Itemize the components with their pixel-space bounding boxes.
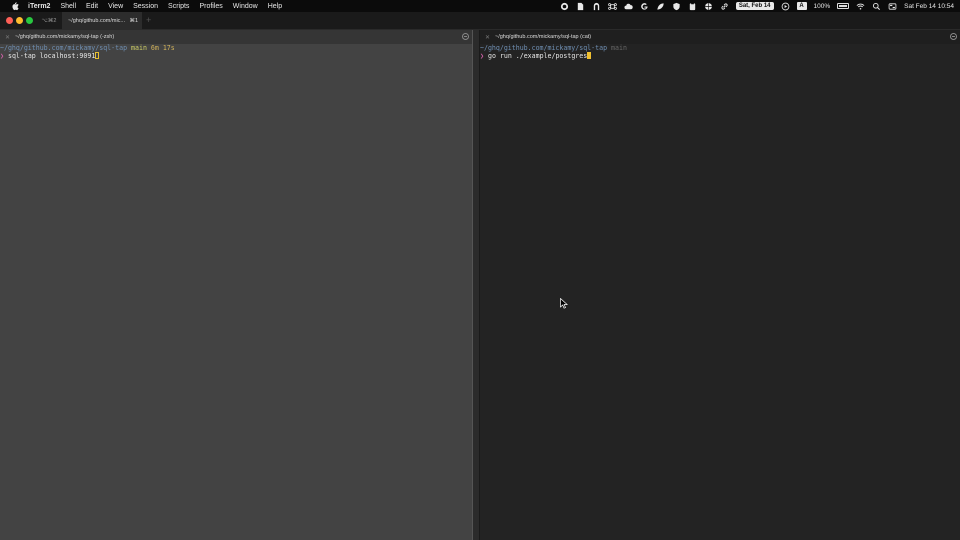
menu-view[interactable]: View bbox=[108, 3, 123, 10]
left-terminal-pane[interactable]: ✕ ~/ghq/github.com/mickamy/sql-tap (-zsh… bbox=[0, 30, 472, 540]
maximize-window-button[interactable] bbox=[26, 17, 33, 24]
left-command-line: ❯ sql-tap localhost:9091 bbox=[0, 52, 472, 60]
close-window-button[interactable] bbox=[6, 17, 13, 24]
google-icon[interactable] bbox=[640, 2, 649, 11]
tab-1-shortcut: ⌘1 bbox=[129, 18, 138, 24]
clipboard-icon[interactable] bbox=[688, 2, 697, 11]
minimize-window-button[interactable] bbox=[16, 17, 23, 24]
left-pane-title: ~/ghq/github.com/mickamy/sql-tap (-zsh) bbox=[15, 34, 115, 40]
battery-icon[interactable] bbox=[837, 3, 850, 9]
menu-scripts[interactable]: Scripts bbox=[168, 3, 189, 10]
right-command: go run ./example/postgres bbox=[487, 52, 588, 60]
pane-menu-icon[interactable] bbox=[950, 33, 957, 40]
menu-shell[interactable]: Shell bbox=[60, 3, 76, 10]
shield-icon[interactable] bbox=[672, 2, 681, 11]
wifi-icon[interactable] bbox=[856, 2, 865, 11]
right-pane-title-bar: ✕ ~/ghq/github.com/mickamy/sql-tap (cat) bbox=[480, 30, 960, 44]
leaf-icon[interactable] bbox=[656, 2, 665, 11]
link-icon[interactable] bbox=[720, 2, 729, 11]
left-command: sql-tap localhost:9091 bbox=[7, 52, 96, 60]
left-branch: main bbox=[131, 44, 147, 52]
tab-1-active[interactable]: ~/ghq/github.com/mic... ⌘1 bbox=[62, 12, 142, 30]
globe-icon[interactable] bbox=[704, 2, 713, 11]
play-icon[interactable] bbox=[781, 2, 790, 11]
new-tab-button[interactable]: + bbox=[146, 15, 151, 25]
command-icon[interactable] bbox=[607, 2, 617, 11]
right-path: ~/ghq/github.com/mickamy/sql-tap bbox=[480, 44, 608, 52]
right-pane-title: ~/ghq/github.com/mickamy/sql-tap (cat) bbox=[495, 34, 592, 40]
right-terminal-pane[interactable]: ✕ ~/ghq/github.com/mickamy/sql-tap (cat)… bbox=[480, 30, 960, 540]
right-branch: main bbox=[611, 44, 627, 52]
left-pane-title-bar: ✕ ~/ghq/github.com/mickamy/sql-tap (-zsh… bbox=[0, 30, 472, 44]
cloud-icon[interactable] bbox=[624, 2, 633, 11]
arch-icon[interactable] bbox=[592, 2, 601, 11]
menu-help[interactable]: Help bbox=[268, 3, 282, 10]
mouse-pointer-icon bbox=[560, 298, 568, 309]
menu-bar: iTerm2 Shell Edit View Session Scripts P… bbox=[0, 0, 960, 12]
pane-divider[interactable] bbox=[472, 30, 480, 540]
record-icon[interactable] bbox=[560, 2, 569, 11]
tag-icon[interactable] bbox=[576, 2, 585, 11]
tab-2[interactable]: ⌥⌘2 bbox=[36, 12, 62, 30]
left-prompt-path-line: ~/ghq/github.com/mickamy/sql-tap main 6m… bbox=[0, 44, 472, 52]
right-terminal-output[interactable]: ~/ghq/github.com/mickamy/sql-tap main ❯ … bbox=[480, 44, 960, 60]
menu-session[interactable]: Session bbox=[133, 3, 158, 10]
left-prompt-symbol: ❯ bbox=[0, 52, 4, 60]
right-command-line: ❯ go run ./example/postgres bbox=[480, 52, 960, 60]
left-terminal-output[interactable]: ~/ghq/github.com/mickamy/sql-tap main 6m… bbox=[0, 44, 472, 60]
control-center-icon[interactable] bbox=[888, 2, 897, 11]
tab-1-label: ~/ghq/github.com/mic... bbox=[68, 18, 126, 24]
menu-window[interactable]: Window bbox=[233, 3, 258, 10]
apple-menu-icon[interactable] bbox=[10, 1, 20, 11]
tab-2-label: ⌥⌘2 bbox=[41, 18, 57, 24]
menu-edit[interactable]: Edit bbox=[86, 3, 98, 10]
menu-app-name[interactable]: iTerm2 bbox=[28, 3, 50, 10]
close-pane-icon[interactable]: ✕ bbox=[5, 34, 11, 41]
pane-menu-icon[interactable] bbox=[462, 33, 469, 40]
search-icon[interactable] bbox=[872, 2, 881, 11]
right-prompt-symbol: ❯ bbox=[480, 52, 484, 60]
close-pane-icon[interactable]: ✕ bbox=[485, 34, 491, 41]
left-path: ~/ghq/github.com/mickamy/sql-tap bbox=[0, 44, 128, 52]
right-prompt-path-line: ~/ghq/github.com/mickamy/sql-tap main bbox=[480, 44, 960, 52]
tab-bar: ⌥⌘2 ~/ghq/github.com/mic... ⌘1 + bbox=[0, 12, 960, 30]
right-cursor bbox=[587, 52, 592, 59]
input-source-badge[interactable]: A bbox=[796, 2, 807, 10]
battery-percent: 100% bbox=[813, 2, 831, 10]
left-duration: 6m 17s bbox=[150, 44, 175, 52]
clock[interactable]: Sat Feb 14 10:54 bbox=[904, 3, 954, 10]
date-pill[interactable]: Sat, Feb 14 bbox=[735, 2, 774, 10]
menu-profiles[interactable]: Profiles bbox=[199, 3, 222, 10]
left-cursor bbox=[95, 52, 100, 59]
